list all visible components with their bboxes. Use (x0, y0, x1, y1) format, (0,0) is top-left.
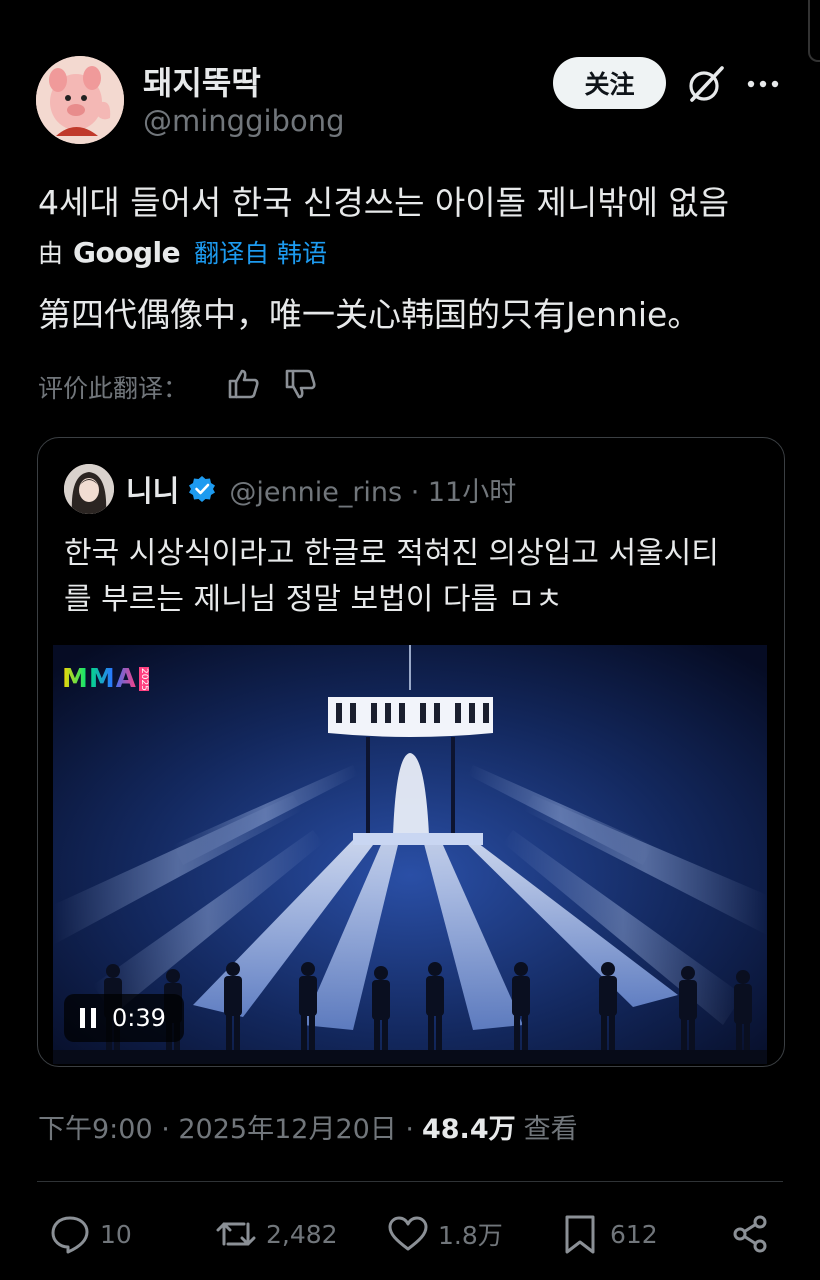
translation-by-label: 由 (38, 239, 64, 268)
quoted-author-header: 니니 @jennie_rins · 11小时 (126, 469, 516, 509)
verified-icon (189, 476, 216, 502)
repost-icon (216, 1222, 256, 1246)
author-display-name[interactable]: 돼지뚝딱 (143, 58, 261, 104)
bookmark-count: 612 (610, 1219, 658, 1249)
mma-logo: MMA 2025 (62, 664, 149, 694)
bookmark-icon (565, 1215, 595, 1254)
quoted-text-line2: 를 부르는 제니님 정말 보법이 다름 ㅁㅊ (64, 582, 563, 617)
video-time: 0:39 (112, 1004, 166, 1032)
translated-from-link[interactable]: 翻译自 韩语 (194, 234, 327, 270)
pause-icon[interactable] (78, 1007, 98, 1029)
quoted-author-handle-time: @jennie_rins · 11小时 (229, 476, 517, 508)
reply-button[interactable]: 10 (48, 1212, 132, 1256)
views-count: 48.4万 (421, 1113, 516, 1145)
reply-icon (51, 1216, 89, 1254)
like-button[interactable]: 1.8万 (386, 1212, 503, 1256)
post-text: 4세대 들어서 한국 신경쓰는 아이돌 제니밖에 없음 (38, 183, 730, 222)
video-playback-control[interactable]: 0:39 (64, 994, 184, 1042)
translated-text: 第四代偶像中，唯一关心韩国的只有Jennie。 (38, 295, 701, 334)
views-label: 查看 (523, 1113, 578, 1145)
more-icon[interactable] (745, 66, 781, 102)
like-icon (388, 1216, 428, 1251)
post-timestamp[interactable]: 下午9:00 · 2025年12月20日 · (38, 1107, 414, 1146)
quoted-author-name[interactable]: 니니 (126, 468, 179, 510)
share-icon (733, 1215, 767, 1253)
share-button[interactable] (728, 1212, 780, 1256)
author-handle[interactable]: @minggibong (143, 104, 345, 138)
reply-count: 10 (100, 1219, 132, 1249)
author-avatar[interactable] (36, 56, 124, 144)
mma-logo-year: 2025 (138, 666, 149, 692)
scroll-indicator (808, 0, 820, 62)
thumb-up-icon[interactable] (226, 366, 262, 402)
bookmark-button[interactable]: 612 (558, 1212, 658, 1256)
grok-icon[interactable] (684, 62, 728, 106)
divider (37, 1181, 783, 1182)
quoted-text-line1: 한국 시상식이라고 한글로 적혀진 의상입고 서울시티 (64, 536, 719, 571)
like-count: 1.8万 (438, 1221, 503, 1250)
follow-button[interactable]: 关注 (553, 57, 666, 109)
repost-button[interactable]: 2,482 (214, 1212, 338, 1256)
post-meta: 下午9:00 · 2025年12月20日 · 48.4万 查看 (38, 1106, 578, 1146)
mma-logo-text: MMA (62, 664, 137, 694)
quoted-author-avatar[interactable] (64, 464, 114, 514)
repost-count: 2,482 (266, 1219, 338, 1249)
google-logo: Google (73, 235, 181, 269)
translation-attribution: 由 Google 翻译自 韩语 (38, 233, 327, 271)
thumb-down-icon[interactable] (283, 366, 319, 402)
rate-translation-label: 评价此翻译： (38, 374, 189, 403)
